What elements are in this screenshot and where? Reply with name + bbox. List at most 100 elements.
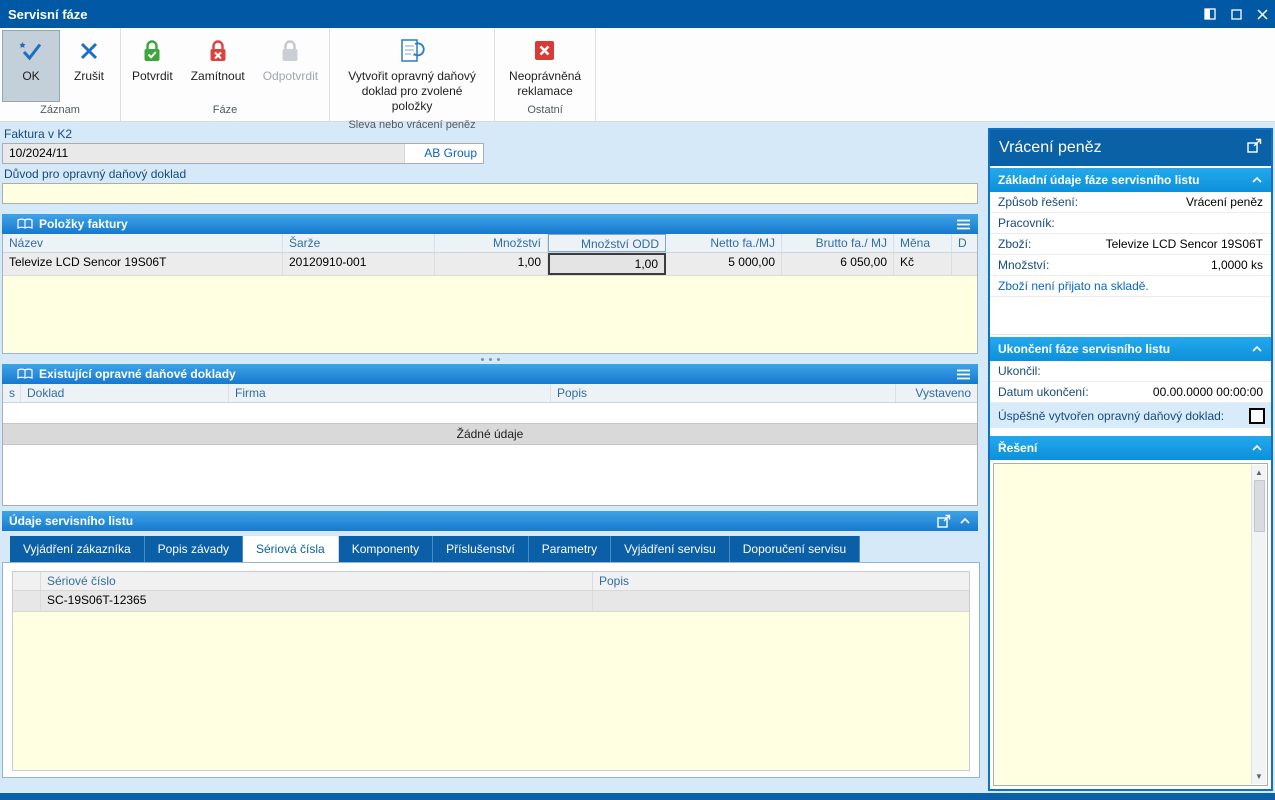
items-table: Název Šarže Množství Množství ODD Netto … xyxy=(2,234,978,354)
serial-popis-cell[interactable] xyxy=(593,591,969,611)
service-sheet-title: Údaje servisního listu xyxy=(9,514,134,528)
serial-numbers-tab-content: Sériové číslo Popis SC-19S06T-12365 xyxy=(2,562,980,778)
tab-prislusenstvi[interactable]: Příslušenství xyxy=(433,536,529,562)
book-icon xyxy=(17,218,33,230)
closing-section-header: Ukončení fáze servisního listu xyxy=(990,337,1271,361)
tab-doporuceni-servisu[interactable]: Doporučení servisu xyxy=(729,536,861,562)
invoice-company-link[interactable]: AB Group xyxy=(405,144,483,163)
row-selector-cell[interactable] xyxy=(13,591,41,611)
serial-table-row[interactable]: SC-19S06T-12365 xyxy=(13,591,969,612)
column-header[interactable]: Vystaveno xyxy=(896,384,977,402)
field-row[interactable]: Způsob řešení: Vrácení peněz xyxy=(990,192,1271,213)
column-header[interactable]: s xyxy=(3,384,21,402)
window-controls xyxy=(1197,0,1275,28)
field-row[interactable]: Množství: 1,0000 ks xyxy=(990,255,1271,276)
horizontal-splitter[interactable] xyxy=(2,354,978,364)
service-sheet-collapse-icon[interactable] xyxy=(959,517,971,525)
invoice-field[interactable]: 10/2024/11 AB Group xyxy=(2,143,484,164)
item-netto-cell[interactable]: 5 000,00 xyxy=(666,253,782,275)
refund-panel: Vrácení peněz Základní údaje fáze servis… xyxy=(988,128,1273,791)
confirm-button[interactable]: Potvrdit xyxy=(123,30,182,102)
column-header[interactable]: Popis xyxy=(593,572,969,590)
tab-komponenty[interactable]: Komponenty xyxy=(338,536,434,562)
tab-popis-zavady[interactable]: Popis závady xyxy=(144,536,243,562)
ribbon-group-record: OK Zrušit Záznam xyxy=(0,28,121,121)
column-header[interactable]: Měna xyxy=(894,234,952,252)
field-label: Pracovník: xyxy=(998,216,1055,230)
column-header[interactable]: Množství xyxy=(435,234,548,252)
scroll-down-icon[interactable]: ▼ xyxy=(1252,769,1267,784)
ribbon-filler xyxy=(596,28,1275,121)
column-header[interactable]: Doklad xyxy=(21,384,229,402)
tab-vyjadreni-zakaznika[interactable]: Vyjádření zákazníka xyxy=(10,536,145,562)
titlebar: Servisní fáze xyxy=(0,0,1275,28)
item-qty-cell[interactable]: 1,00 xyxy=(435,253,548,275)
maximize-icon[interactable] xyxy=(1223,0,1249,28)
main-area: Faktura v K2 10/2024/11 AB Group Důvod p… xyxy=(0,122,1275,793)
item-brutto-cell[interactable]: 6 050,00 xyxy=(782,253,894,275)
corrective-doc-created-row: Úspěšně vytvořen opravný daňový doklad: xyxy=(990,403,1271,428)
column-header[interactable]: Firma xyxy=(229,384,551,402)
column-header[interactable]: Název xyxy=(3,234,283,252)
items-section-header: Položky faktury xyxy=(2,214,978,234)
group-label-record: Záznam xyxy=(40,104,80,116)
unauthorized-claim-icon xyxy=(532,36,558,66)
solution-collapse-icon[interactable] xyxy=(1251,441,1263,455)
field-value: 1,0000 ks xyxy=(1210,258,1263,272)
field-row[interactable]: Zboží: Televize LCD Sencor 19S06T xyxy=(990,234,1271,255)
field-row[interactable]: Datum ukončení: 00.00.0000 00:00:00 xyxy=(990,382,1271,403)
basic-data-section-header: Základní údaje fáze servisního listu xyxy=(990,168,1271,192)
corrective-doc-checkbox[interactable] xyxy=(1249,407,1265,424)
reject-button[interactable]: Zamítnout xyxy=(182,30,254,102)
refund-panel-expand-icon[interactable] xyxy=(1247,138,1262,158)
unconfirm-lock-icon xyxy=(279,36,301,66)
item-name-cell[interactable]: Televize LCD Sencor 19S06T xyxy=(3,253,283,275)
field-row[interactable]: Pracovník: xyxy=(990,213,1271,234)
create-corrective-doc-button[interactable]: Vytvořit opravný daňový doklad pro zvole… xyxy=(332,30,492,117)
item-batch-cell[interactable]: 20120910-001 xyxy=(283,253,435,275)
column-header[interactable]: Popis xyxy=(551,384,896,402)
cancel-label: Zrušit xyxy=(74,69,104,83)
column-header[interactable]: Netto fa./MJ xyxy=(666,234,782,252)
unauthorized-claim-button[interactable]: Neoprávněná reklamace xyxy=(497,30,593,102)
basic-data-collapse-icon[interactable] xyxy=(1251,173,1263,187)
scroll-up-icon[interactable]: ▲ xyxy=(1252,465,1267,480)
unconfirm-button: Odpotvrdit xyxy=(254,30,327,102)
docs-menu-icon[interactable] xyxy=(956,369,971,380)
close-icon[interactable] xyxy=(1249,0,1275,28)
items-table-row[interactable]: Televize LCD Sencor 19S06T 20120910-001 … xyxy=(3,253,977,276)
item-currency-cell[interactable]: Kč xyxy=(894,253,952,275)
serial-table-header: Sériové číslo Popis xyxy=(13,572,969,591)
field-label: Způsob řešení: xyxy=(998,195,1079,209)
solution-textarea[interactable]: ▲ ▼ xyxy=(993,463,1268,786)
scrollbar-thumb[interactable] xyxy=(1253,480,1265,532)
column-header[interactable]: Sériové číslo xyxy=(41,572,593,590)
refund-panel-title: Vrácení peněz xyxy=(999,139,1102,156)
tab-parametry[interactable]: Parametry xyxy=(528,536,612,562)
item-d-cell[interactable] xyxy=(952,253,977,275)
solution-title: Řešení xyxy=(998,441,1038,455)
spacer xyxy=(990,297,1271,335)
serial-number-cell[interactable]: SC-19S06T-12365 xyxy=(41,591,593,611)
column-header-selected[interactable]: Množství ODD xyxy=(548,234,666,252)
invoice-label: Faktura v K2 xyxy=(4,127,73,141)
service-sheet-expand-icon[interactable] xyxy=(937,514,951,528)
dock-window-icon[interactable] xyxy=(1197,0,1223,28)
tab-vyjadreni-servisu[interactable]: Vyjádření servisu xyxy=(611,536,730,562)
column-header[interactable]: Šarže xyxy=(283,234,435,252)
closing-collapse-icon[interactable] xyxy=(1251,342,1263,356)
field-row[interactable]: Ukončil: xyxy=(990,361,1271,382)
ok-button[interactable]: OK xyxy=(2,30,60,102)
unconfirm-label: Odpotvrdit xyxy=(262,69,319,83)
cancel-button[interactable]: Zrušit xyxy=(60,30,118,102)
reason-input[interactable] xyxy=(2,183,978,204)
docs-empty-row xyxy=(3,403,977,423)
column-header[interactable]: D xyxy=(952,234,977,252)
invoice-number[interactable]: 10/2024/11 xyxy=(3,144,405,163)
tab-seriova-cisla[interactable]: Sériová čísla xyxy=(243,536,339,562)
ribbon-group-phase: Potvrdit Zamítnout Odpotvrdit Fáze xyxy=(121,28,331,121)
column-header[interactable]: Brutto fa./ MJ xyxy=(782,234,894,252)
item-qty-odd-cell[interactable]: 1,00 xyxy=(548,253,666,275)
solution-scrollbar[interactable]: ▲ ▼ xyxy=(1251,465,1266,784)
items-menu-icon[interactable] xyxy=(956,219,971,230)
